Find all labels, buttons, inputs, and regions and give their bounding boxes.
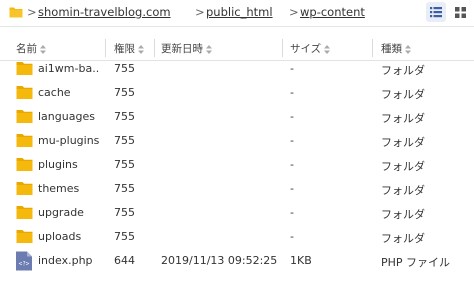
list-view-button[interactable] [426,2,446,22]
column-header-permission[interactable]: 権限 [114,41,144,56]
svg-text:<?>: <?> [19,261,30,268]
folder-icon [16,134,33,147]
file-row[interactable]: <?> index.php 644 2019/11/13 09:52:25 1K… [0,250,474,274]
file-permission: 755 [114,86,135,99]
file-permission: 755 [114,134,135,147]
folder-icon [16,182,33,195]
file-row[interactable]: cache 755 - フォルダ [0,82,474,106]
file-type: フォルダ [381,232,425,245]
file-type: フォルダ [381,208,425,221]
breadcrumb-separator: > [289,5,299,19]
file-size: - [290,230,294,243]
breadcrumb-item-domain[interactable]: shomin-travelblog.com [38,5,171,19]
column-header-type[interactable]: 種類 [381,41,411,56]
file-type: フォルダ [381,160,425,173]
file-row[interactable]: ai1wm-ba... 755 - フォルダ [0,58,474,82]
file-row[interactable]: uploads 755 - フォルダ [0,226,474,250]
file-type: PHP ファイル [381,256,451,269]
column-header-size[interactable]: サイズ [290,41,331,56]
breadcrumb-separator: > [27,5,37,19]
file-permission: 755 [114,158,135,171]
column-header-name-label: 名前 [16,43,37,55]
folder-icon [16,62,33,75]
sort-icon [138,44,144,54]
file-modified: 2019/11/13 09:52:25 [161,254,278,267]
column-header-name[interactable]: 名前 [16,41,46,56]
top-bar: > shomin-travelblog.com > public_html > … [0,0,474,27]
file-name[interactable]: upgrade [38,206,100,219]
file-name[interactable]: uploads [38,230,100,243]
file-permission: 755 [114,206,135,219]
php-file-icon: <?> [16,251,32,271]
column-header-modified-label: 更新日時 [161,43,203,55]
column-header-size-label: サイズ [290,43,322,55]
sort-icon [405,44,411,54]
breadcrumb-item-public-html[interactable]: public_html [206,5,273,19]
file-name[interactable]: index.php [38,254,108,267]
file-permission: 755 [114,230,135,243]
file-permission: 755 [114,182,135,195]
file-size: - [290,86,294,99]
folder-icon [16,86,33,99]
file-size: - [290,182,294,195]
file-type: フォルダ [381,112,425,125]
file-name[interactable]: plugins [38,158,100,171]
column-divider[interactable] [282,39,283,57]
file-name[interactable]: ai1wm-ba... [38,62,100,75]
folder-icon [16,230,33,243]
file-size: - [290,206,294,219]
column-divider[interactable] [154,39,155,57]
column-header-type-label: 種類 [381,43,402,55]
file-size: - [290,62,294,75]
file-row[interactable]: themes 755 - フォルダ [0,178,474,202]
grid-view-icon [455,7,466,18]
list-view-icon [430,7,442,18]
column-header-modified[interactable]: 更新日時 [161,41,212,56]
breadcrumb-item-wp-content[interactable]: wp-content [300,5,365,19]
sort-icon [40,44,46,54]
breadcrumb-separator: > [195,5,205,19]
file-row[interactable]: languages 755 - フォルダ [0,106,474,130]
file-permission: 755 [114,110,135,123]
file-row[interactable]: upgrade 755 - フォルダ [0,202,474,226]
file-size: - [290,158,294,171]
file-type: フォルダ [381,88,425,101]
file-name[interactable]: cache [38,86,100,99]
folder-icon [16,110,33,123]
file-size: - [290,110,294,123]
column-divider[interactable] [372,39,373,57]
column-divider[interactable] [105,39,106,57]
file-row[interactable]: plugins 755 - フォルダ [0,154,474,178]
column-header-permission-label: 権限 [114,43,135,55]
file-name[interactable]: themes [38,182,100,195]
file-permission: 755 [114,62,135,75]
file-type: フォルダ [381,184,425,197]
sort-icon [324,44,331,54]
folder-icon [16,206,33,219]
grid-view-button[interactable] [451,2,471,22]
file-type: フォルダ [381,64,425,77]
folder-icon[interactable] [9,5,23,19]
file-size: 1KB [290,254,312,267]
file-row[interactable]: mu-plugins 755 - フォルダ [0,130,474,154]
file-size: - [290,134,294,147]
file-permission: 644 [114,254,135,267]
file-name[interactable]: mu-plugins [38,134,100,147]
sort-icon [206,44,212,54]
file-name[interactable]: languages [38,110,100,123]
file-type: フォルダ [381,136,425,149]
folder-icon [16,158,33,171]
